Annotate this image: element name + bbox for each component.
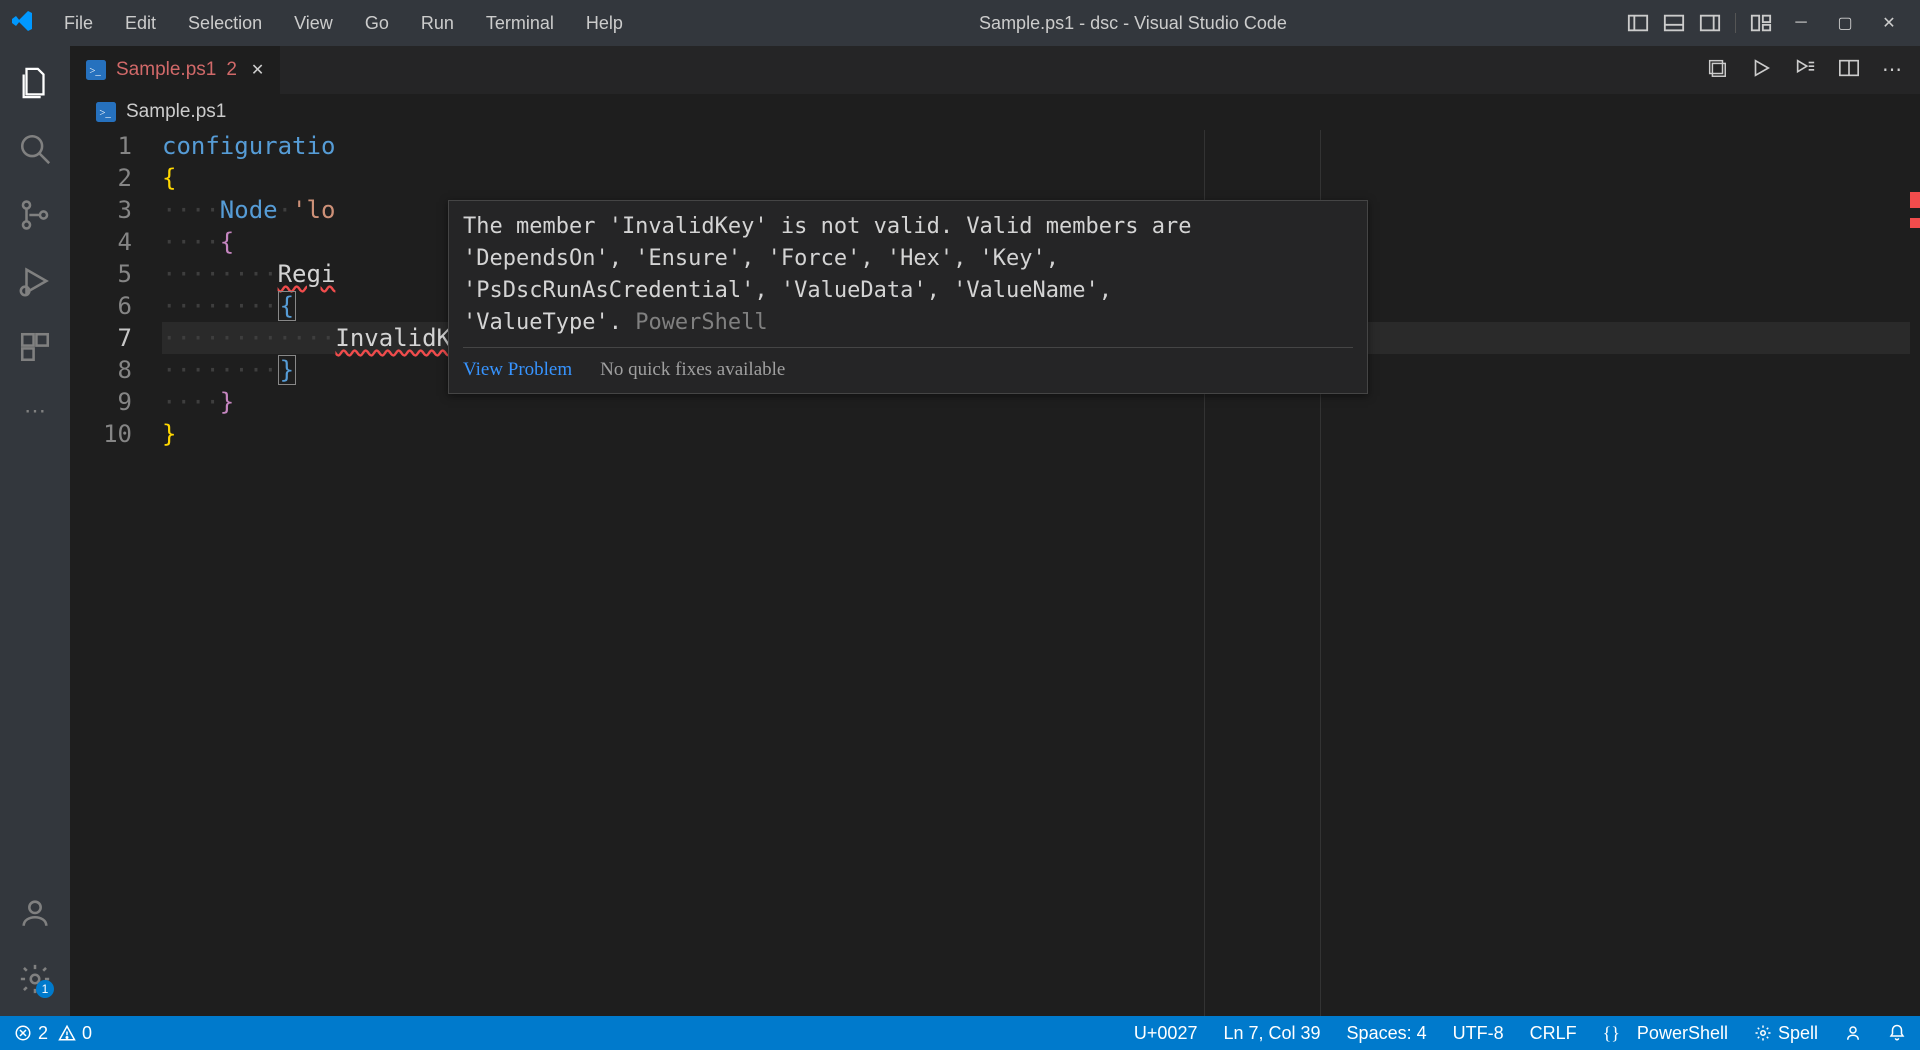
status-cursor-position[interactable]: Ln 7, Col 39	[1223, 1023, 1320, 1044]
tab-sample[interactable]: >_ Sample.ps1 2 ✕	[70, 46, 281, 94]
toggle-panel-icon[interactable]	[1663, 12, 1685, 34]
menu-view[interactable]: View	[278, 7, 349, 40]
error-marker[interactable]	[1910, 218, 1920, 228]
status-spell[interactable]: Spell	[1754, 1023, 1818, 1044]
view-problem-link[interactable]: View Problem	[463, 356, 572, 384]
powershell-file-icon: >_	[96, 102, 116, 122]
run-selection-icon[interactable]	[1794, 57, 1816, 84]
error-marker[interactable]	[1910, 192, 1920, 208]
minimize-icon[interactable]: ─	[1786, 14, 1816, 32]
more-actions-icon[interactable]: ⋯	[1882, 57, 1902, 84]
menu-bar: File Edit Selection View Go Run Terminal…	[48, 7, 639, 40]
menu-terminal[interactable]: Terminal	[470, 7, 570, 40]
split-editor-icon[interactable]	[1838, 57, 1860, 84]
status-feedback-icon[interactable]	[1844, 1024, 1862, 1042]
tab-close-icon[interactable]: ✕	[251, 60, 264, 80]
tab-problem-count: 2	[226, 59, 237, 81]
more-icon[interactable]: ⋯	[18, 396, 52, 430]
line-gutter: 1 2 3 4 5 6 7 8 9 10	[70, 130, 162, 1016]
customize-layout-icon[interactable]	[1750, 12, 1772, 34]
extensions-icon[interactable]	[18, 330, 52, 364]
status-bar: 2 0 U+0027 Ln 7, Col 39 Spaces: 4 UTF-8 …	[0, 1016, 1920, 1050]
maximize-icon[interactable]: ▢	[1830, 13, 1860, 33]
status-codepoint[interactable]: U+0027	[1134, 1023, 1198, 1044]
editor-actions: ⋯	[1706, 57, 1920, 84]
settings-badge: 1	[36, 980, 54, 998]
close-icon[interactable]: ✕	[1874, 13, 1904, 33]
settings-gear-icon[interactable]: 1	[18, 962, 52, 996]
status-indent[interactable]: Spaces: 4	[1347, 1023, 1427, 1044]
status-errors[interactable]: 2	[14, 1023, 48, 1044]
separator	[1735, 13, 1736, 33]
svg-text:>_: >_	[99, 107, 111, 119]
accounts-icon[interactable]	[18, 896, 52, 930]
titlebar-right: ─ ▢ ✕	[1627, 12, 1904, 34]
tab-label: Sample.ps1	[116, 59, 216, 81]
search-icon[interactable]	[18, 132, 52, 166]
status-warnings[interactable]: 0	[58, 1023, 92, 1044]
save-all-icon[interactable]	[1706, 57, 1728, 84]
run-debug-icon[interactable]	[18, 264, 52, 298]
menu-help[interactable]: Help	[570, 7, 639, 40]
tab-row: >_ Sample.ps1 2 ✕ ⋯	[70, 46, 1920, 94]
editor-area: >_ Sample.ps1 2 ✕ ⋯ >_ Sample.ps1 1	[70, 46, 1920, 1016]
run-icon[interactable]	[1750, 57, 1772, 84]
powershell-file-icon: >_	[86, 60, 106, 80]
svg-text:>_: >_	[89, 65, 101, 77]
status-language[interactable]: {} PowerShell	[1603, 1023, 1728, 1044]
status-encoding[interactable]: UTF-8	[1453, 1023, 1504, 1044]
menu-edit[interactable]: Edit	[109, 7, 172, 40]
menu-file[interactable]: File	[48, 7, 109, 40]
overview-ruler[interactable]	[1910, 130, 1920, 1016]
menu-run[interactable]: Run	[405, 7, 470, 40]
titlebar: File Edit Selection View Go Run Terminal…	[0, 0, 1920, 46]
source-control-icon[interactable]	[18, 198, 52, 232]
window-title: Sample.ps1 - dsc - Visual Studio Code	[639, 13, 1627, 34]
problem-hover: The member 'InvalidKey' is not valid. Va…	[448, 200, 1368, 394]
vscode-logo-icon	[10, 9, 34, 38]
no-quick-fix-label: No quick fixes available	[600, 356, 785, 384]
explorer-icon[interactable]	[18, 66, 52, 100]
toggle-secondary-sidebar-icon[interactable]	[1699, 12, 1721, 34]
toggle-primary-sidebar-icon[interactable]	[1627, 12, 1649, 34]
menu-go[interactable]: Go	[349, 7, 405, 40]
activity-bar: ⋯ 1	[0, 46, 70, 1016]
breadcrumb[interactable]: >_ Sample.ps1	[70, 94, 1920, 130]
hover-message: The member 'InvalidKey' is not valid. Va…	[463, 211, 1353, 339]
menu-selection[interactable]: Selection	[172, 7, 278, 40]
breadcrumb-file: Sample.ps1	[126, 101, 226, 123]
status-bell-icon[interactable]	[1888, 1024, 1906, 1042]
status-eol[interactable]: CRLF	[1530, 1023, 1577, 1044]
